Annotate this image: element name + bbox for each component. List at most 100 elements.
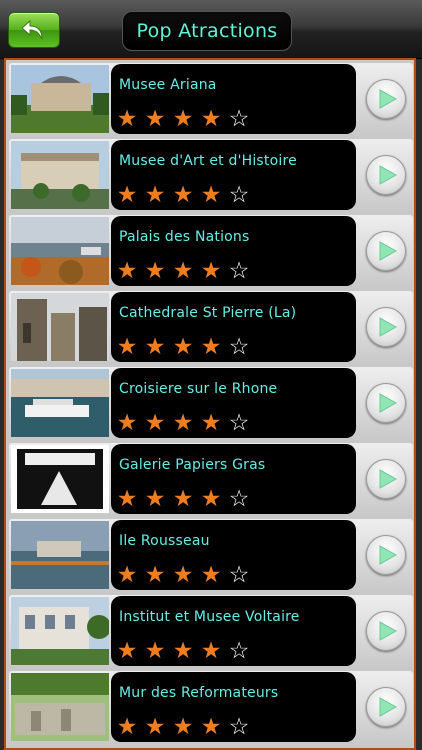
star-filled-icon: ★ [172,714,194,740]
attraction-name: Musee Ariana [119,77,217,93]
play-arrow-icon [366,307,406,347]
star-empty-icon: ☆ [228,410,250,436]
star-empty-icon: ☆ [228,182,250,208]
star-filled-icon: ★ [116,106,138,132]
star-filled-icon: ★ [200,638,222,664]
open-details-button[interactable] [359,63,413,135]
star-filled-icon: ★ [116,562,138,588]
attraction-card[interactable]: Ile Rousseau ★ ★ ★ ★ ☆ [111,520,356,590]
star-empty-icon: ☆ [228,334,250,360]
attraction-name: Mur des Reformateurs [119,685,279,701]
play-arrow-icon [366,231,406,271]
open-details-button[interactable] [359,595,413,667]
star-filled-icon: ★ [116,182,138,208]
star-filled-icon: ★ [172,486,194,512]
rating-stars: ★ ★ ★ ★ ☆ [115,562,251,588]
star-filled-icon: ★ [144,258,166,284]
star-filled-icon: ★ [144,410,166,436]
rating-stars: ★ ★ ★ ★ ☆ [115,258,251,284]
open-details-button[interactable] [359,671,413,743]
attraction-thumbnail [11,293,109,361]
open-details-button[interactable] [359,443,413,515]
star-filled-icon: ★ [172,106,194,132]
attraction-name: Palais des Nations [119,229,250,245]
attraction-card[interactable]: Galerie Papiers Gras ★ ★ ★ ★ ☆ [111,444,356,514]
back-button[interactable] [8,12,60,48]
attraction-name: Ile Rousseau [119,533,210,549]
star-filled-icon: ★ [144,638,166,664]
star-filled-icon: ★ [116,714,138,740]
page-title: Pop Atractions [122,11,292,51]
list-item[interactable]: Musee Ariana ★ ★ ★ ★ ☆ [9,63,413,135]
open-details-button[interactable] [359,215,413,287]
list-item[interactable]: Ile Rousseau ★ ★ ★ ★ ☆ [9,519,413,591]
star-filled-icon: ★ [172,334,194,360]
attraction-name: Institut et Musee Voltaire [119,609,300,625]
star-filled-icon: ★ [200,182,222,208]
rating-stars: ★ ★ ★ ★ ☆ [115,410,251,436]
open-details-button[interactable] [359,291,413,363]
star-filled-icon: ★ [200,334,222,360]
attraction-name: Galerie Papiers Gras [119,457,266,473]
attraction-thumbnail [11,369,109,437]
star-filled-icon: ★ [144,334,166,360]
attraction-card[interactable]: Croisiere sur le Rhone ★ ★ ★ ★ ☆ [111,368,356,438]
attractions-list[interactable]: Musee Ariana ★ ★ ★ ★ ☆ Musee d'Art et d'Hist… [4,58,416,750]
play-arrow-icon [366,383,406,423]
star-filled-icon: ★ [144,182,166,208]
attraction-thumbnail [11,521,109,589]
star-empty-icon: ☆ [228,562,250,588]
open-details-button[interactable] [359,519,413,591]
star-filled-icon: ★ [116,638,138,664]
star-empty-icon: ☆ [228,486,250,512]
star-filled-icon: ★ [200,486,222,512]
attraction-card[interactable]: Mur des Reformateurs ★ ★ ★ ★ ☆ [111,672,356,742]
play-arrow-icon [366,459,406,499]
star-empty-icon: ☆ [228,106,250,132]
star-empty-icon: ☆ [228,714,250,740]
star-filled-icon: ★ [116,258,138,284]
attraction-card[interactable]: Institut et Musee Voltaire ★ ★ ★ ★ ☆ [111,596,356,666]
star-filled-icon: ★ [144,714,166,740]
open-details-button[interactable] [359,367,413,439]
play-arrow-icon [366,535,406,575]
star-filled-icon: ★ [172,562,194,588]
list-item[interactable]: Cathedrale St Pierre (La) ★ ★ ★ ★ ☆ [9,291,413,363]
attraction-card[interactable]: Musee Ariana ★ ★ ★ ★ ☆ [111,64,356,134]
top-bar: Pop Atractions [0,0,422,59]
star-filled-icon: ★ [200,106,222,132]
play-arrow-icon [366,611,406,651]
open-details-button[interactable] [359,139,413,211]
play-arrow-icon [366,79,406,119]
list-item[interactable]: Musee d'Art et d'Histoire ★ ★ ★ ★ ☆ [9,139,413,211]
attraction-name: Musee d'Art et d'Histoire [119,153,297,169]
star-filled-icon: ★ [144,106,166,132]
attraction-thumbnail [11,217,109,285]
star-filled-icon: ★ [172,410,194,436]
star-filled-icon: ★ [200,562,222,588]
rating-stars: ★ ★ ★ ★ ☆ [115,714,251,740]
attraction-name: Cathedrale St Pierre (La) [119,305,297,321]
star-filled-icon: ★ [172,182,194,208]
star-filled-icon: ★ [200,410,222,436]
attraction-card[interactable]: Cathedrale St Pierre (La) ★ ★ ★ ★ ☆ [111,292,356,362]
list-item[interactable]: Galerie Papiers Gras ★ ★ ★ ★ ☆ [9,443,413,515]
list-item[interactable]: Croisiere sur le Rhone ★ ★ ★ ★ ☆ [9,367,413,439]
attraction-card[interactable]: Musee d'Art et d'Histoire ★ ★ ★ ★ ☆ [111,140,356,210]
list-item[interactable]: Mur des Reformateurs ★ ★ ★ ★ ☆ [9,671,413,743]
attraction-card[interactable]: Palais des Nations ★ ★ ★ ★ ☆ [111,216,356,286]
star-filled-icon: ★ [116,410,138,436]
star-filled-icon: ★ [172,638,194,664]
star-empty-icon: ☆ [228,638,250,664]
rating-stars: ★ ★ ★ ★ ☆ [115,106,251,132]
star-filled-icon: ★ [172,258,194,284]
list-item[interactable]: Palais des Nations ★ ★ ★ ★ ☆ [9,215,413,287]
attraction-thumbnail [11,445,109,513]
rating-stars: ★ ★ ★ ★ ☆ [115,334,251,360]
rating-stars: ★ ★ ★ ★ ☆ [115,638,251,664]
attraction-thumbnail [11,597,109,665]
list-item[interactable]: Institut et Musee Voltaire ★ ★ ★ ★ ☆ [9,595,413,667]
star-filled-icon: ★ [200,714,222,740]
rating-stars: ★ ★ ★ ★ ☆ [115,182,251,208]
rating-stars: ★ ★ ★ ★ ☆ [115,486,251,512]
